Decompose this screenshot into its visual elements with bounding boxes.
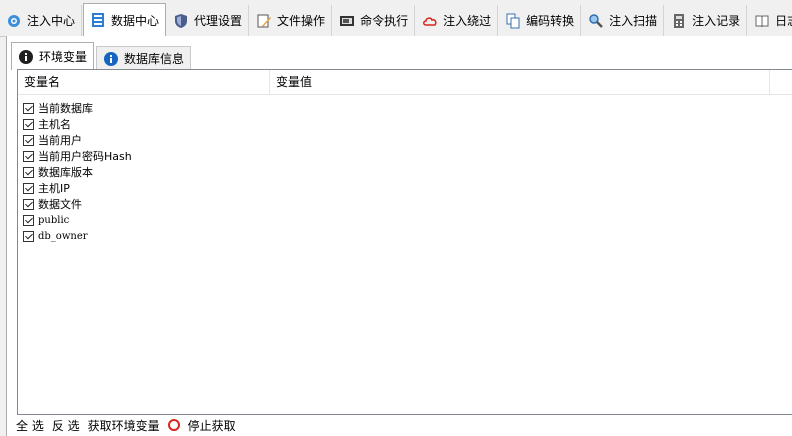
action-bar: 全 选 反 选 获取环境变量 停止获取 xyxy=(16,417,236,434)
tab-encoding[interactable]: 编码转换 xyxy=(499,5,582,36)
tab-environment-variables[interactable]: 环境变量 xyxy=(11,42,95,70)
variable-name: 主机IP xyxy=(38,182,70,195)
info-icon xyxy=(103,51,119,67)
list-item[interactable]: db_owner xyxy=(18,228,792,244)
invert-selection-button[interactable]: 反 选 xyxy=(52,417,80,434)
variable-name: public xyxy=(38,214,70,226)
stop-button[interactable]: 停止获取 xyxy=(188,417,236,434)
tab-label: 文件操作 xyxy=(277,14,326,28)
tab-label: 编码转换 xyxy=(526,14,575,28)
tab-command-exec[interactable]: 命令执行 xyxy=(333,5,416,36)
variable-name: 当前用户密码Hash xyxy=(38,150,132,163)
cloud-icon xyxy=(422,13,438,29)
variable-name: db_owner xyxy=(38,230,88,242)
variable-name: 主机名 xyxy=(38,118,71,131)
tab-label: 环境变量 xyxy=(39,50,88,64)
tab-database-info[interactable]: 数据库信息 xyxy=(96,46,192,70)
environment-variable-list[interactable]: 变量名 变量值 当前数据库 主机名 当前用户 当前用户密码Hash 数据库版本 … xyxy=(17,69,792,415)
row-checkbox[interactable] xyxy=(23,102,34,114)
get-env-button[interactable]: 获取环境变量 xyxy=(88,417,160,434)
list-rows: 当前数据库 主机名 当前用户 当前用户密码Hash 数据库版本 主机IP 数据文… xyxy=(18,95,792,244)
database-icon xyxy=(90,12,106,28)
sub-tab-bar: 环境变量 数据库信息 xyxy=(11,40,193,70)
tab-injection-log[interactable]: 注入记录 xyxy=(665,5,748,36)
tab-injection-center[interactable]: 注入中心 xyxy=(0,5,83,36)
row-checkbox[interactable] xyxy=(23,166,34,178)
variable-name: 数据库版本 xyxy=(38,166,93,179)
calculator-icon xyxy=(671,13,687,29)
tab-injection-scan[interactable]: 注入扫描 xyxy=(582,5,665,36)
tab-proxy-settings[interactable]: 代理设置 xyxy=(167,5,250,36)
variable-name: 当前用户 xyxy=(38,134,82,147)
terminal-icon xyxy=(339,13,355,29)
copy-icon xyxy=(505,13,521,29)
row-checkbox[interactable] xyxy=(23,230,34,242)
row-checkbox[interactable] xyxy=(23,150,34,162)
tab-file-operations[interactable]: 文件操作 xyxy=(250,5,333,36)
row-checkbox[interactable] xyxy=(23,198,34,210)
tab-label: 注入记录 xyxy=(692,14,741,28)
list-item[interactable]: 数据文件 xyxy=(18,196,792,212)
gear-icon xyxy=(6,13,22,29)
main-tab-bar: 注入中心 数据中心 代理设置 文件操作 命令执行 注入绕过 编码转换 注入扫描 … xyxy=(0,0,792,37)
row-checkbox[interactable] xyxy=(23,134,34,146)
list-item[interactable]: 数据库版本 xyxy=(18,164,792,180)
magnifier-icon xyxy=(588,13,604,29)
tab-label: 注入扫描 xyxy=(609,14,658,28)
variable-name: 数据文件 xyxy=(38,198,82,211)
list-item[interactable]: 当前用户 xyxy=(18,132,792,148)
list-item[interactable]: 主机名 xyxy=(18,116,792,132)
tab-label: 命令执行 xyxy=(360,14,409,28)
shield-icon xyxy=(173,13,189,29)
select-all-button[interactable]: 全 选 xyxy=(16,417,44,434)
row-checkbox[interactable] xyxy=(23,182,34,194)
stop-icon xyxy=(167,419,180,431)
column-header-value[interactable]: 变量值 xyxy=(270,70,770,94)
info-icon xyxy=(18,49,34,65)
tab-label: 注入绕过 xyxy=(443,14,492,28)
tab-label: 日志 xyxy=(775,14,792,28)
data-center-panel: 环境变量 数据库信息 变量名 变量值 当前数据库 主机名 当前用户 当前用户密码… xyxy=(6,36,792,436)
tab-data-center[interactable]: 数据中心 xyxy=(83,3,167,36)
variable-name: 当前数据库 xyxy=(38,102,93,115)
row-checkbox[interactable] xyxy=(23,214,34,226)
list-header: 变量名 变量值 xyxy=(18,70,792,95)
edit-file-icon xyxy=(256,13,272,29)
tab-label: 数据中心 xyxy=(111,13,160,28)
tab-label: 注入中心 xyxy=(27,14,76,28)
row-checkbox[interactable] xyxy=(23,118,34,130)
tab-label: 代理设置 xyxy=(194,14,243,28)
list-item[interactable]: 当前用户密码Hash xyxy=(18,148,792,164)
tab-injection-bypass[interactable]: 注入绕过 xyxy=(416,5,499,36)
column-header-name[interactable]: 变量名 xyxy=(18,70,270,94)
list-item[interactable]: 当前数据库 xyxy=(18,100,792,116)
list-item[interactable]: 主机IP xyxy=(18,180,792,196)
list-item[interactable]: public xyxy=(18,212,792,228)
tab-label: 数据库信息 xyxy=(124,52,185,66)
tab-logs[interactable]: 日志 xyxy=(748,5,792,36)
book-icon xyxy=(754,13,770,29)
